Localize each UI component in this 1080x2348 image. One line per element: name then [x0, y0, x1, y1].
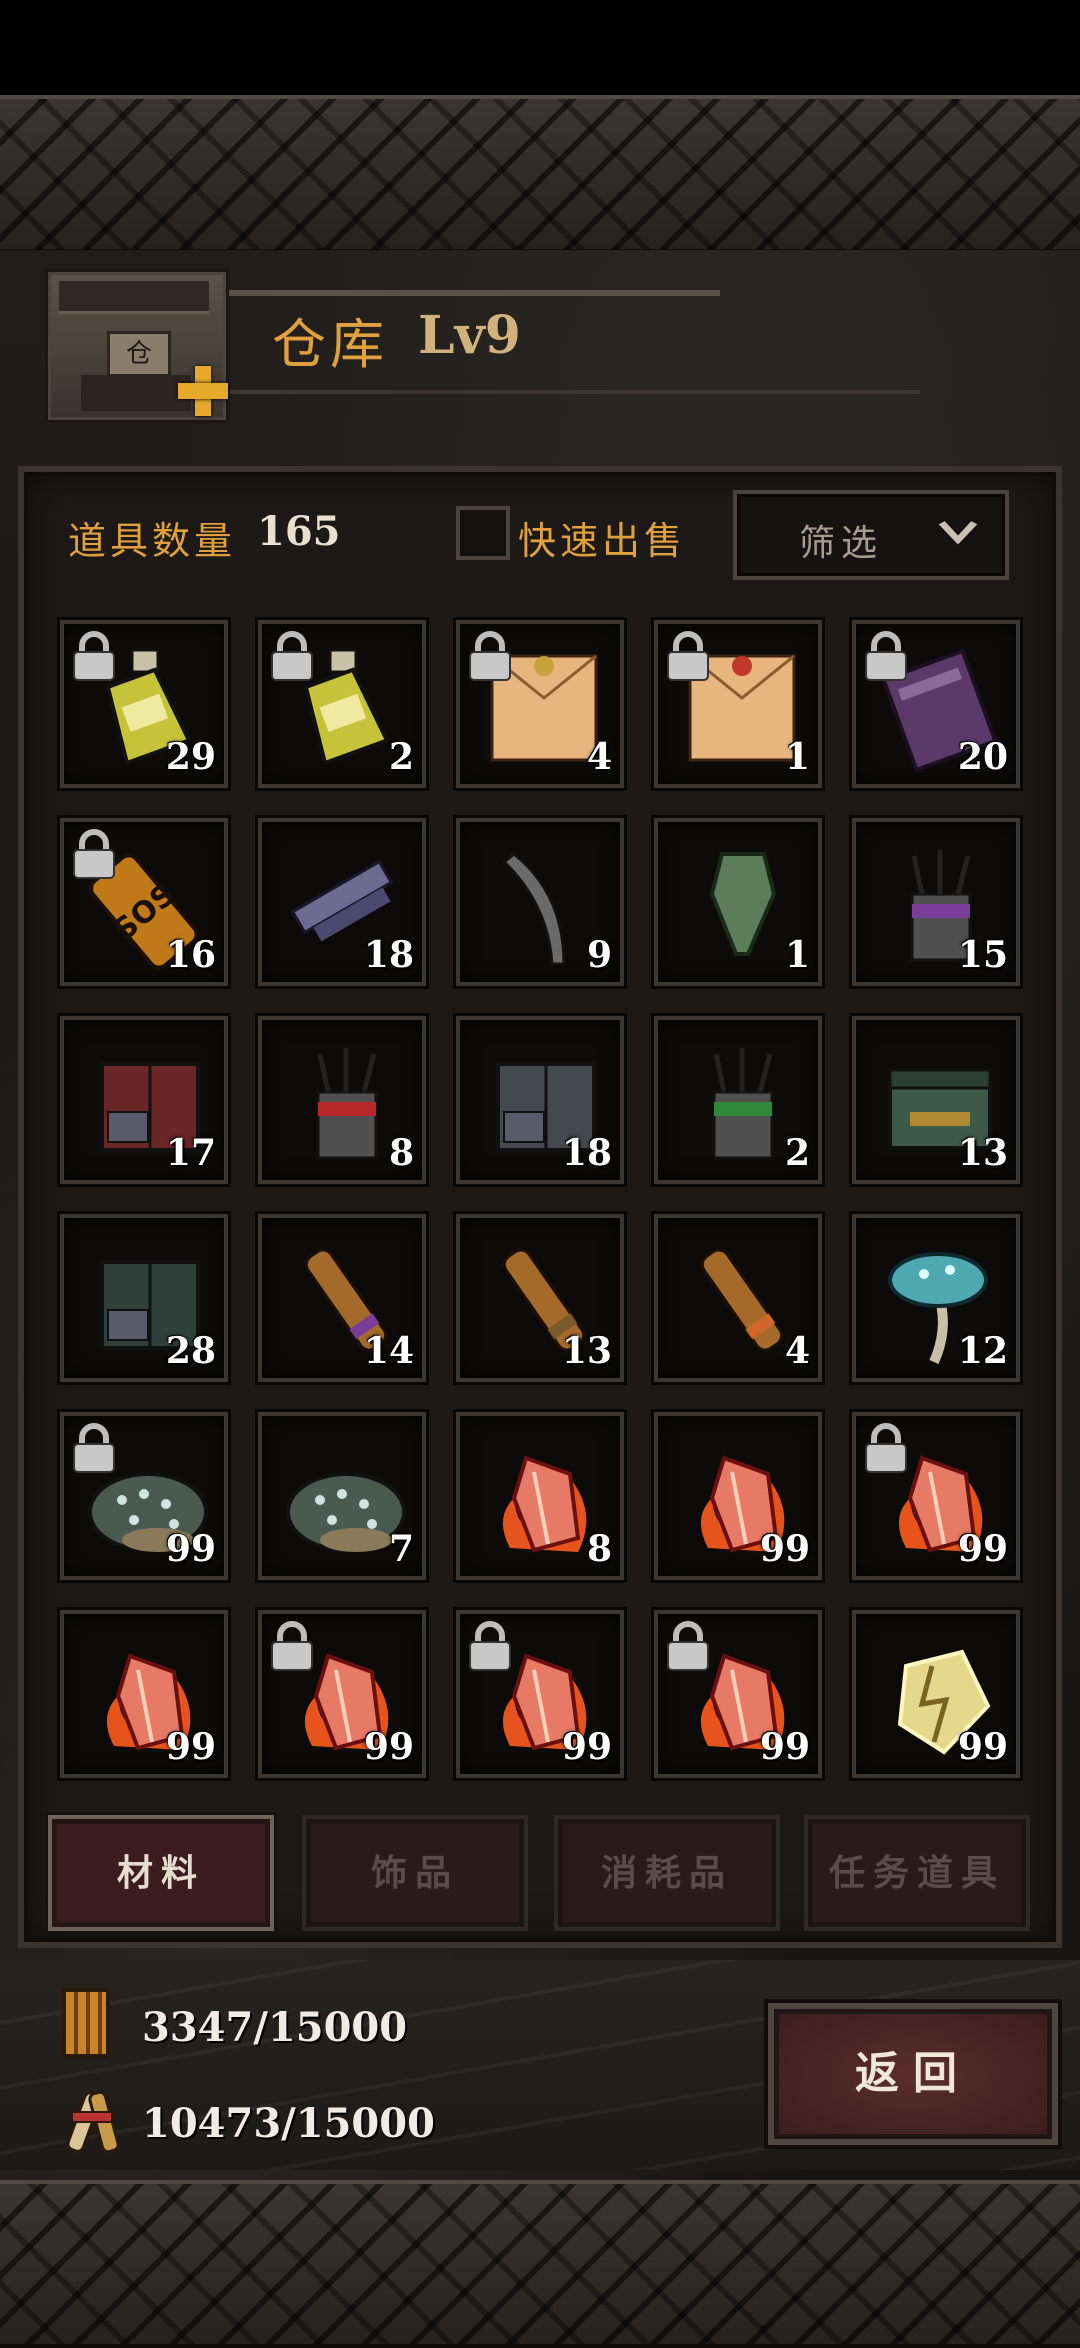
header-divider [220, 290, 720, 296]
item-slot[interactable]: 99 [60, 1610, 228, 1778]
item-quantity: 99 [759, 1726, 810, 1768]
item-quantity: 4 [586, 736, 612, 778]
lock-icon [667, 1621, 709, 1671]
bottom-frieze [0, 2180, 1080, 2348]
item-count-label: 道具数量 [68, 519, 237, 563]
item-slot[interactable]: 18 [456, 1016, 624, 1184]
warehouse-level: Lv9 [418, 305, 521, 366]
item-quantity: 2 [784, 1132, 810, 1174]
item-quantity: 99 [759, 1528, 810, 1570]
item-quantity: 8 [586, 1528, 612, 1570]
item-slot[interactable]: 8 [456, 1412, 624, 1580]
item-slot[interactable]: 14 [258, 1214, 426, 1382]
item-slot[interactable]: 13 [456, 1214, 624, 1382]
item-quantity: 18 [363, 934, 414, 976]
item-slot[interactable]: 99 [456, 1610, 624, 1778]
scroll-bundle-icon [66, 2090, 120, 2154]
lock-icon [667, 631, 709, 681]
lock-icon [469, 1621, 511, 1671]
item-slot[interactable]: 28 [60, 1214, 228, 1382]
tab-consumables[interactable]: 消耗品 [554, 1815, 780, 1931]
item-quantity: 13 [561, 1330, 612, 1372]
item-quantity: 28 [165, 1330, 216, 1372]
chevron-down-icon [935, 518, 981, 548]
item-slot[interactable]: 8 [258, 1016, 426, 1184]
item-quantity: 18 [561, 1132, 612, 1174]
item-slot[interactable]: 2 [654, 1016, 822, 1184]
quick-sell-label[interactable]: 快速出售 [518, 510, 686, 565]
wood-resource-count: 3347/15000 [142, 2004, 408, 2051]
item-slot[interactable]: 12 [852, 1214, 1020, 1382]
item-quantity: 99 [363, 1726, 414, 1768]
lock-icon [865, 1423, 907, 1473]
item-slot[interactable]: 9 [456, 818, 624, 986]
tab-materials[interactable]: 材料 [48, 1815, 274, 1931]
item-quantity: 8 [388, 1132, 414, 1174]
item-quantity: 2 [388, 736, 414, 778]
item-slot[interactable]: 29 [60, 620, 228, 788]
item-quantity: 99 [957, 1528, 1008, 1570]
item-slot[interactable]: 13 [852, 1016, 1020, 1184]
item-slot[interactable]: 4 [456, 620, 624, 788]
page-title: 仓库 [272, 313, 388, 376]
item-quantity: 7 [388, 1528, 414, 1570]
item-quantity: 29 [165, 736, 216, 778]
item-quantity: 20 [957, 736, 1008, 778]
item-slot[interactable]: 7 [258, 1412, 426, 1580]
item-quantity: 1 [784, 736, 810, 778]
item-quantity: 12 [957, 1330, 1008, 1372]
item-quantity: 99 [561, 1726, 612, 1768]
status-bar [0, 0, 1080, 95]
header-divider [220, 390, 920, 394]
lock-icon [865, 631, 907, 681]
lock-icon [73, 631, 115, 681]
quick-sell-checkbox[interactable] [456, 506, 510, 560]
item-slot[interactable]: 2 [258, 620, 426, 788]
item-slot[interactable]: 99 [60, 1412, 228, 1580]
item-quantity: 15 [957, 934, 1008, 976]
scroll-resource-count: 10473/15000 [142, 2100, 435, 2147]
item-quantity: 14 [363, 1330, 414, 1372]
item-slot[interactable]: 99 [852, 1610, 1020, 1778]
item-slot[interactable]: 99 [852, 1412, 1020, 1580]
top-frieze [0, 95, 1080, 253]
item-quantity: 99 [957, 1726, 1008, 1768]
item-slot[interactable]: 1 [654, 620, 822, 788]
item-slot[interactable]: 15 [852, 818, 1020, 986]
item-quantity: 9 [586, 934, 612, 976]
item-quantity: 16 [165, 934, 216, 976]
item-slot[interactable]: SOS 16 [60, 818, 228, 986]
item-quantity: 4 [784, 1330, 810, 1372]
item-quantity: 13 [957, 1132, 1008, 1174]
item-quantity: 1 [784, 934, 810, 976]
item-slot[interactable]: 1 [654, 818, 822, 986]
lock-icon [271, 631, 313, 681]
item-quantity: 99 [165, 1726, 216, 1768]
lock-icon [469, 631, 511, 681]
item-quantity: 99 [165, 1528, 216, 1570]
item-slot[interactable]: 4 [654, 1214, 822, 1382]
item-slot[interactable]: 20 [852, 620, 1020, 788]
wood-bundle-icon [62, 1988, 110, 2058]
item-slot[interactable]: 99 [654, 1610, 822, 1778]
plus-icon[interactable] [178, 366, 228, 416]
item-slot[interactable]: 18 [258, 818, 426, 986]
item-slot[interactable]: 17 [60, 1016, 228, 1184]
item-slot[interactable]: 99 [654, 1412, 822, 1580]
back-button[interactable]: 返回 [768, 2003, 1058, 2145]
lock-icon [271, 1621, 313, 1671]
lock-icon [73, 829, 115, 879]
filter-label: 筛选 [799, 523, 884, 564]
filter-dropdown[interactable]: 筛选 [733, 490, 1009, 580]
tab-quest-items[interactable]: 任务道具 [804, 1815, 1030, 1931]
tab-accessories[interactable]: 饰品 [302, 1815, 528, 1931]
lock-icon [73, 1423, 115, 1473]
item-quantity: 17 [165, 1132, 216, 1174]
item-slot[interactable]: 99 [258, 1610, 426, 1778]
item-count-value: 165 [257, 508, 341, 555]
